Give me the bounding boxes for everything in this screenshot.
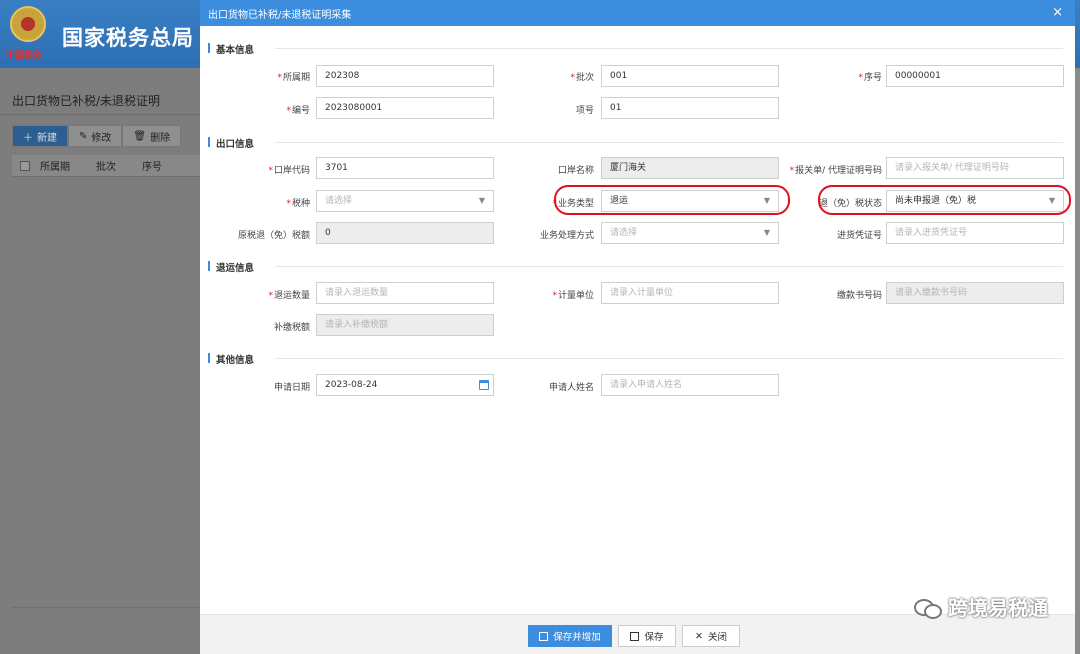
- org-title: 国家税务总局: [62, 26, 194, 50]
- invoice-no-placeholder: 请录入进货凭证号: [895, 228, 968, 238]
- section-title: 基本信息: [216, 45, 255, 56]
- tax-paid-field: 请录入补缴税额: [316, 314, 494, 336]
- code-label: *编号: [286, 106, 310, 116]
- new-label: 新建: [37, 132, 57, 144]
- toolbar: ＋ 新建 ✎ 修改 🗑 删除: [12, 125, 182, 147]
- handling-placeholder: 请选择: [610, 228, 638, 238]
- column-header-period: 所属期: [40, 162, 70, 173]
- period-label: *所属期: [277, 73, 310, 83]
- port-code-label: *口岸代码: [268, 166, 310, 176]
- applicant-placeholder: 请录入申请人姓名: [610, 380, 683, 390]
- return-qty-placeholder: 请录入退运数量: [325, 288, 389, 298]
- save-icon: [630, 631, 640, 641]
- section-marker: [208, 137, 210, 147]
- save-and-add-label: 保存并增加: [553, 632, 601, 643]
- edit-label: 修改: [91, 132, 112, 144]
- edit-button[interactable]: ✎ 修改: [68, 125, 123, 147]
- save-button[interactable]: 保存: [618, 625, 676, 647]
- customs-no-label: *报关单/ 代理证明号码: [789, 166, 882, 176]
- highlight-annotation: [554, 185, 790, 215]
- column-header-batch: 批次: [96, 162, 116, 173]
- page-title: 出口货物已补税/未退税证明: [12, 94, 161, 108]
- trash-icon: 🗑: [133, 130, 147, 142]
- close-x-icon: ✕: [695, 630, 703, 642]
- edit-icon: ✎: [79, 130, 88, 142]
- save-add-icon: [539, 631, 549, 641]
- item-no-field[interactable]: 01: [601, 97, 779, 119]
- return-qty-label: *退运数量: [268, 291, 310, 301]
- seq-label: *序号: [858, 73, 882, 83]
- apply-date-label: 申请日期: [273, 383, 310, 393]
- close-icon[interactable]: ×: [1052, 5, 1063, 20]
- handling-label: 业务处理方式: [539, 231, 594, 241]
- tax-type-label: *税种: [286, 199, 310, 209]
- close-label: 关闭: [707, 632, 727, 643]
- unit-placeholder: 请录入计量单位: [610, 288, 674, 298]
- close-button[interactable]: ✕ 关闭: [682, 625, 740, 647]
- customs-no-field[interactable]: 请录入报关单/ 代理证明号码: [886, 157, 1064, 179]
- wechat-icon: [914, 597, 942, 619]
- invoice-no-field[interactable]: 请录入进货凭证号: [886, 222, 1064, 244]
- section-title: 其他信息: [216, 355, 255, 366]
- delete-button[interactable]: 🗑 删除: [122, 125, 182, 147]
- seq-field[interactable]: 00000001: [886, 65, 1064, 87]
- divider: [12, 607, 200, 608]
- customs-no-placeholder: 请录入报关单/ 代理证明号码: [895, 163, 1009, 173]
- divider: [275, 358, 1063, 359]
- applicant-field[interactable]: 请录入申请人姓名: [601, 374, 779, 396]
- divider: [275, 48, 1063, 49]
- tax-emblem-icon: [10, 6, 46, 42]
- section-title: 退运信息: [216, 263, 255, 274]
- item-no-label: 项号: [575, 106, 594, 116]
- unit-label: *计量单位: [552, 291, 594, 301]
- payment-no-label: 缴款书号码: [836, 291, 882, 301]
- plus-icon: ＋: [23, 132, 33, 144]
- section-marker: [208, 261, 210, 271]
- section-basic: 基本信息: [200, 41, 1075, 56]
- select-all-checkbox[interactable]: [20, 160, 30, 171]
- collection-dialog: 出口货物已补税/未退税证明采集 × 基本信息 *所属期 202308 *批次 0…: [200, 0, 1075, 654]
- divider: [275, 266, 1063, 267]
- delete-label: 删除: [150, 132, 171, 144]
- section-title: 出口信息: [216, 139, 255, 150]
- applicant-label: 申请人姓名: [548, 383, 594, 393]
- section-export: 出口信息: [200, 135, 1075, 150]
- divider: [275, 142, 1063, 143]
- port-name-label: 口岸名称: [557, 166, 594, 176]
- tax-type-placeholder: 请选择: [325, 196, 353, 206]
- orig-refund-label: 原税退（免）税额: [237, 231, 310, 241]
- section-return: 退运信息: [200, 259, 1075, 274]
- section-marker: [208, 353, 210, 363]
- batch-label: *批次: [570, 73, 594, 83]
- watermark: 跨境易税通: [914, 592, 1048, 621]
- new-button[interactable]: ＋ 新建: [12, 125, 68, 147]
- payment-no-placeholder: 请录入缴款书号码: [895, 288, 968, 298]
- section-other: 其他信息: [200, 351, 1075, 366]
- highlight-annotation: [818, 185, 1071, 215]
- tax-paid-placeholder: 请录入补缴税额: [325, 320, 389, 330]
- invoice-no-label: 进货凭证号: [836, 231, 882, 241]
- payment-no-field: 请录入缴款书号码: [886, 282, 1064, 304]
- section-marker: [208, 43, 210, 53]
- save-label: 保存: [644, 632, 664, 643]
- save-and-add-button[interactable]: 保存并增加: [528, 625, 612, 647]
- apply-date-value: 2023-08-24: [325, 380, 378, 390]
- dialog-titlebar: 出口货物已补税/未退税证明采集 ×: [200, 0, 1075, 26]
- dialog-title: 出口货物已补税/未退税证明采集: [208, 9, 352, 21]
- emblem-text: 中国税务: [6, 51, 43, 61]
- tax-paid-label: 补缴税额: [273, 323, 310, 333]
- watermark-text: 跨境易税通: [948, 596, 1048, 620]
